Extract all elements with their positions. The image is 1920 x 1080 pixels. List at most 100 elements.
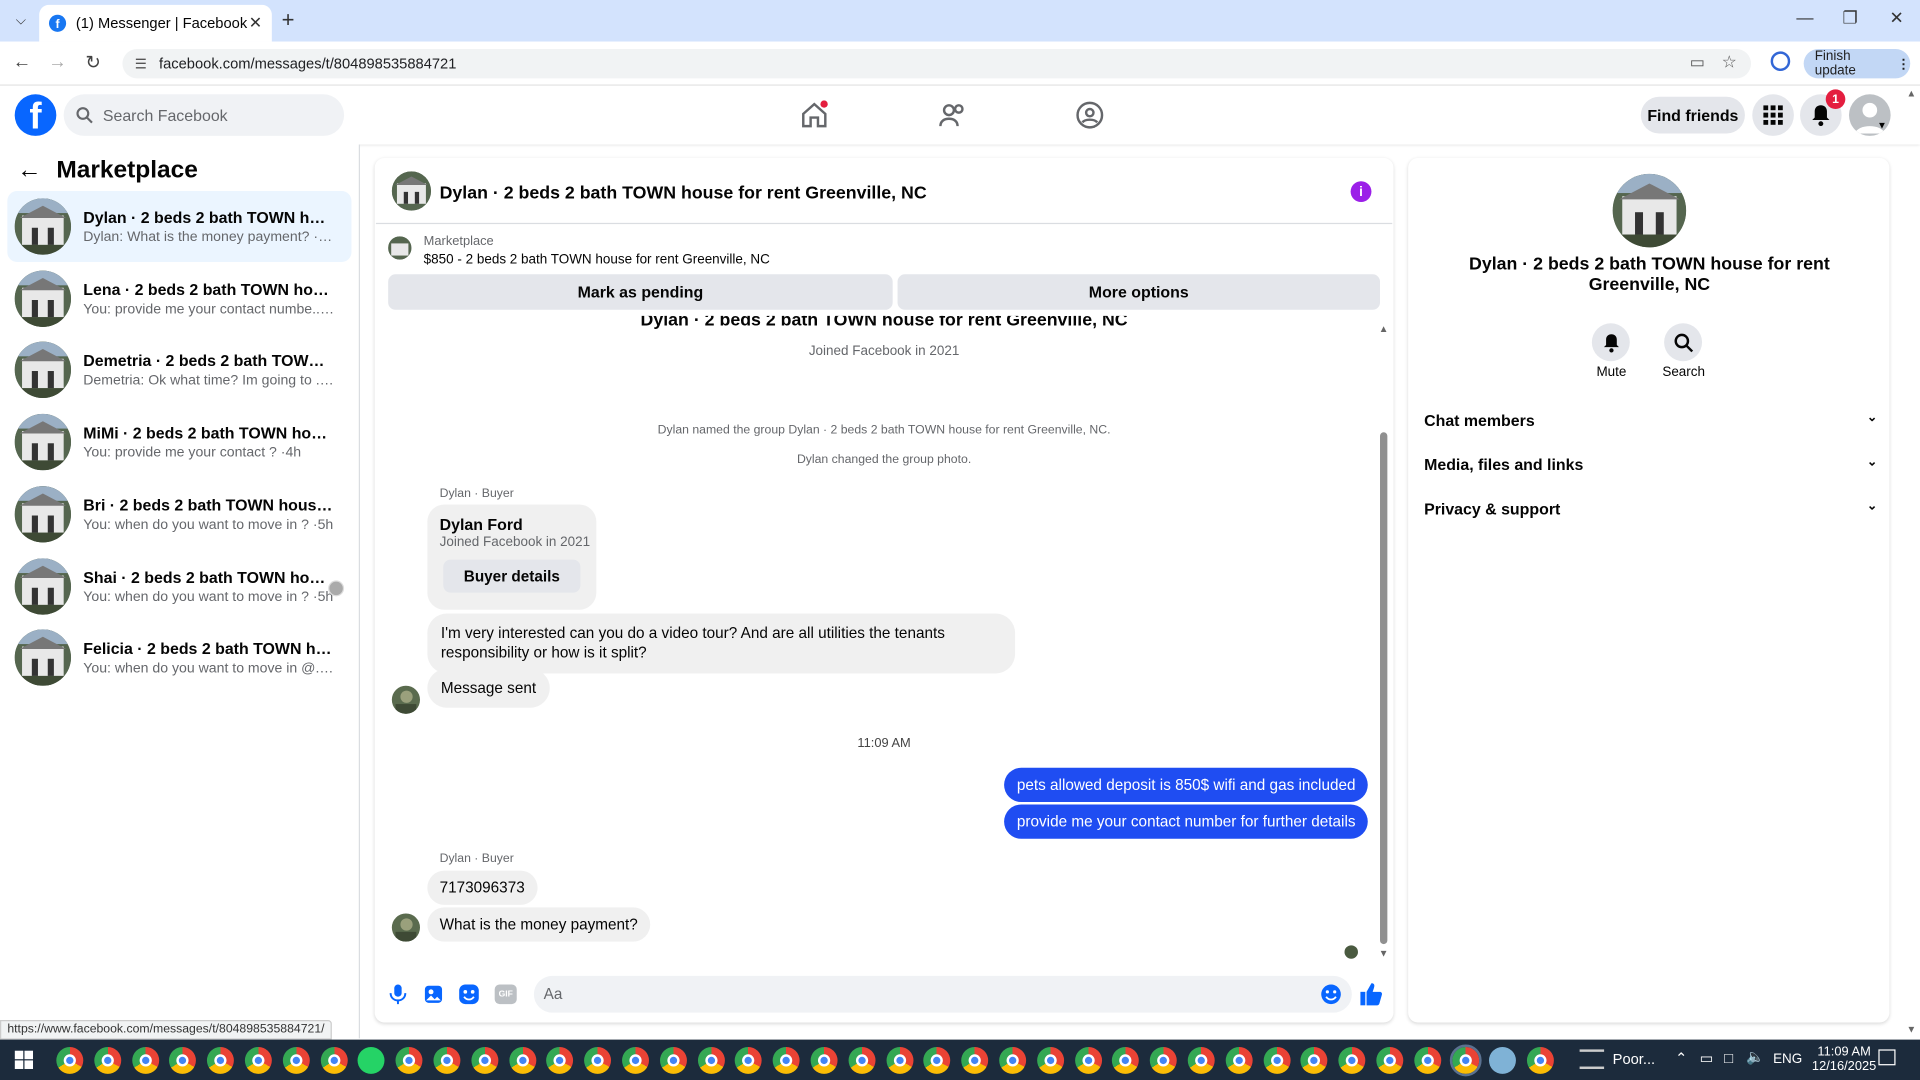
new-tab-plus-icon[interactable]: + [282,7,295,33]
microphone-icon[interactable] [387,983,409,1005]
groups-icon[interactable] [1075,100,1104,129]
account-chevron-icon[interactable]: ▼ [1877,120,1887,131]
chrome-taskbar-icon[interactable] [1414,1046,1441,1074]
weather-icon[interactable] [1579,1049,1605,1069]
windows-start-icon[interactable] [14,1050,34,1075]
bookmark-star-icon[interactable]: ☆ [1722,51,1737,72]
accordion-media-files-links[interactable]: Media, files and links ⌄ [1424,456,1877,474]
tab-search-chevron-icon[interactable]: ⌵ [10,10,32,32]
message-bubble[interactable]: 7173096373 [427,870,537,906]
conversation-item[interactable]: Lena · 2 beds 2 bath TOWN house ... You: … [7,263,351,334]
sender-avatar[interactable] [391,685,421,714]
reload-icon[interactable]: ↻ [81,51,105,74]
forward-arrow-icon[interactable]: → [45,51,69,72]
chrome-taskbar-icon[interactable] [810,1046,838,1074]
site-info-icon[interactable]: ☰ [135,56,147,72]
browser-tab[interactable]: f (1) Messenger | Facebook ✕ [39,4,272,42]
chrome-taskbar-icon[interactable] [1449,1044,1482,1077]
chat-thumbnail[interactable] [391,171,432,211]
mark-as-pending-button[interactable]: Mark as pending [388,274,893,310]
chrome-taskbar-icon[interactable] [886,1046,913,1074]
chrome-taskbar-icon[interactable] [1187,1046,1215,1074]
minimize-icon[interactable]: — [1783,7,1827,27]
thumbs-up-icon[interactable] [1359,982,1383,1006]
friends-icon[interactable] [938,100,967,129]
search-button[interactable] [1664,323,1703,362]
conversation-item[interactable]: Bri · 2 beds 2 bath TOWN house fo... You:… [7,479,351,550]
buyer-details-button[interactable]: Buyer details [443,559,581,593]
language-indicator[interactable]: ENG [1773,1052,1802,1067]
conversation-item[interactable]: Felicia · 2 beds 2 bath TOWN hous... You:… [7,622,351,693]
chrome-taskbar-icon[interactable] [131,1046,159,1074]
my-message-bubble[interactable]: provide me your contact number for furth… [1004,804,1368,839]
finish-update-button[interactable]: Finish update ⋮ [1803,48,1911,79]
home-icon[interactable] [800,100,829,129]
accordion-privacy-support[interactable]: Privacy & support ⌄ [1424,500,1877,518]
chrome-taskbar-icon[interactable] [56,1046,84,1074]
mute-button[interactable] [1591,323,1630,362]
scrollbar-thumb[interactable] [1380,432,1388,945]
conversation-item[interactable]: Demetria · 2 beds 2 bath TOWN h... Demetr… [7,335,351,406]
kebab-menu-icon[interactable]: ⋮ [1897,56,1910,72]
conversation-item[interactable]: Shai · 2 beds 2 bath TOWN hous... You: wh… [7,550,351,621]
gif-icon[interactable]: GIF [494,984,517,1005]
message-thread[interactable]: Dylan · 2 beds 2 bath TOWN house for ren… [376,316,1392,965]
chrome-taskbar-icon[interactable] [697,1046,725,1074]
display-icon[interactable]: □ [1724,1049,1733,1066]
chrome-taskbar-icon[interactable] [282,1046,310,1074]
chrome-taskbar-icon[interactable] [622,1046,649,1074]
sticker-icon[interactable] [458,983,480,1005]
close-window-icon[interactable]: ✕ [1875,7,1919,28]
chrome-taskbar-icon[interactable] [508,1046,536,1074]
notification-center-icon[interactable] [1878,1049,1896,1066]
tray-chevron-icon[interactable]: ⌃ [1675,1049,1687,1066]
volume-icon[interactable]: 🔈 [1746,1048,1764,1065]
my-message-bubble[interactable]: pets allowed deposit is 850$ wifi and ga… [1004,767,1368,803]
message-bubble[interactable]: I'm very interested can you do a video t… [427,613,1016,673]
close-tab-icon[interactable]: ✕ [249,13,262,33]
chrome-taskbar-icon[interactable] [1036,1046,1064,1074]
info-icon[interactable]: i [1350,181,1372,203]
conversation-item[interactable]: MiMi · 2 beds 2 bath TOWN house... You: p… [7,407,351,478]
facebook-search-input[interactable]: Search Facebook [63,94,345,136]
chrome-taskbar-icon[interactable] [320,1046,348,1074]
profile-icon[interactable] [1770,51,1791,72]
scroll-down-icon[interactable]: ▼ [1379,948,1389,959]
page-scroll-up-icon[interactable]: ▲ [1907,88,1917,99]
chrome-taskbar-icon[interactable] [244,1046,272,1074]
back-arrow-icon[interactable]: ← [10,51,34,72]
menu-grid-icon[interactable] [1752,94,1794,136]
accordion-chat-members[interactable]: Chat members ⌄ [1424,411,1877,429]
page-scroll-down-icon[interactable]: ▼ [1907,1024,1917,1035]
back-arrow-icon[interactable]: ← [17,157,41,185]
chrome-taskbar-icon[interactable] [1263,1046,1291,1074]
message-input[interactable]: Aa [533,975,1352,1013]
chrome-taskbar-icon[interactable] [848,1046,876,1074]
emoji-icon[interactable] [1320,983,1342,1005]
chrome-taskbar-icon[interactable] [1225,1046,1253,1074]
more-options-button[interactable]: More options [897,274,1381,310]
scroll-up-icon[interactable]: ▲ [1379,323,1389,334]
message-bubble[interactable]: What is the money payment? [427,907,651,942]
facebook-logo-icon[interactable]: f [14,94,57,136]
sender-avatar[interactable] [391,913,421,942]
chrome-taskbar-icon[interactable] [1376,1046,1404,1074]
listing-title[interactable]: $850 - 2 beds 2 bath TOWN house for rent… [424,252,770,267]
install-app-icon[interactable]: ▭ [1690,53,1705,73]
conversation-item[interactable]: Dylan · 2 beds 2 bath TOWN hous... Dylan:… [7,191,352,263]
chrome-taskbar-icon[interactable] [659,1046,687,1074]
message-bubble[interactable]: Message sent [427,668,550,709]
chrome-taskbar-icon[interactable] [999,1046,1027,1074]
chrome-taskbar-icon[interactable] [471,1046,499,1074]
chrome-taskbar-icon[interactable] [433,1046,461,1074]
network-icon[interactable]: ▭ [1700,1049,1714,1066]
address-bar[interactable]: ☰ facebook.com/messages/t/80489853588472… [122,48,1752,79]
chrome-taskbar-icon[interactable] [1074,1046,1102,1074]
chat-photo[interactable] [1612,173,1687,248]
restore-icon[interactable]: ❐ [1828,7,1872,28]
weather-text[interactable]: Poor... [1613,1051,1655,1068]
chrome-taskbar-icon[interactable] [94,1046,121,1074]
photo-icon[interactable] [422,983,444,1005]
find-friends-button[interactable]: Find friends [1640,96,1745,134]
clock[interactable]: 11:09 AM 12/16/2025 [1802,1044,1885,1073]
